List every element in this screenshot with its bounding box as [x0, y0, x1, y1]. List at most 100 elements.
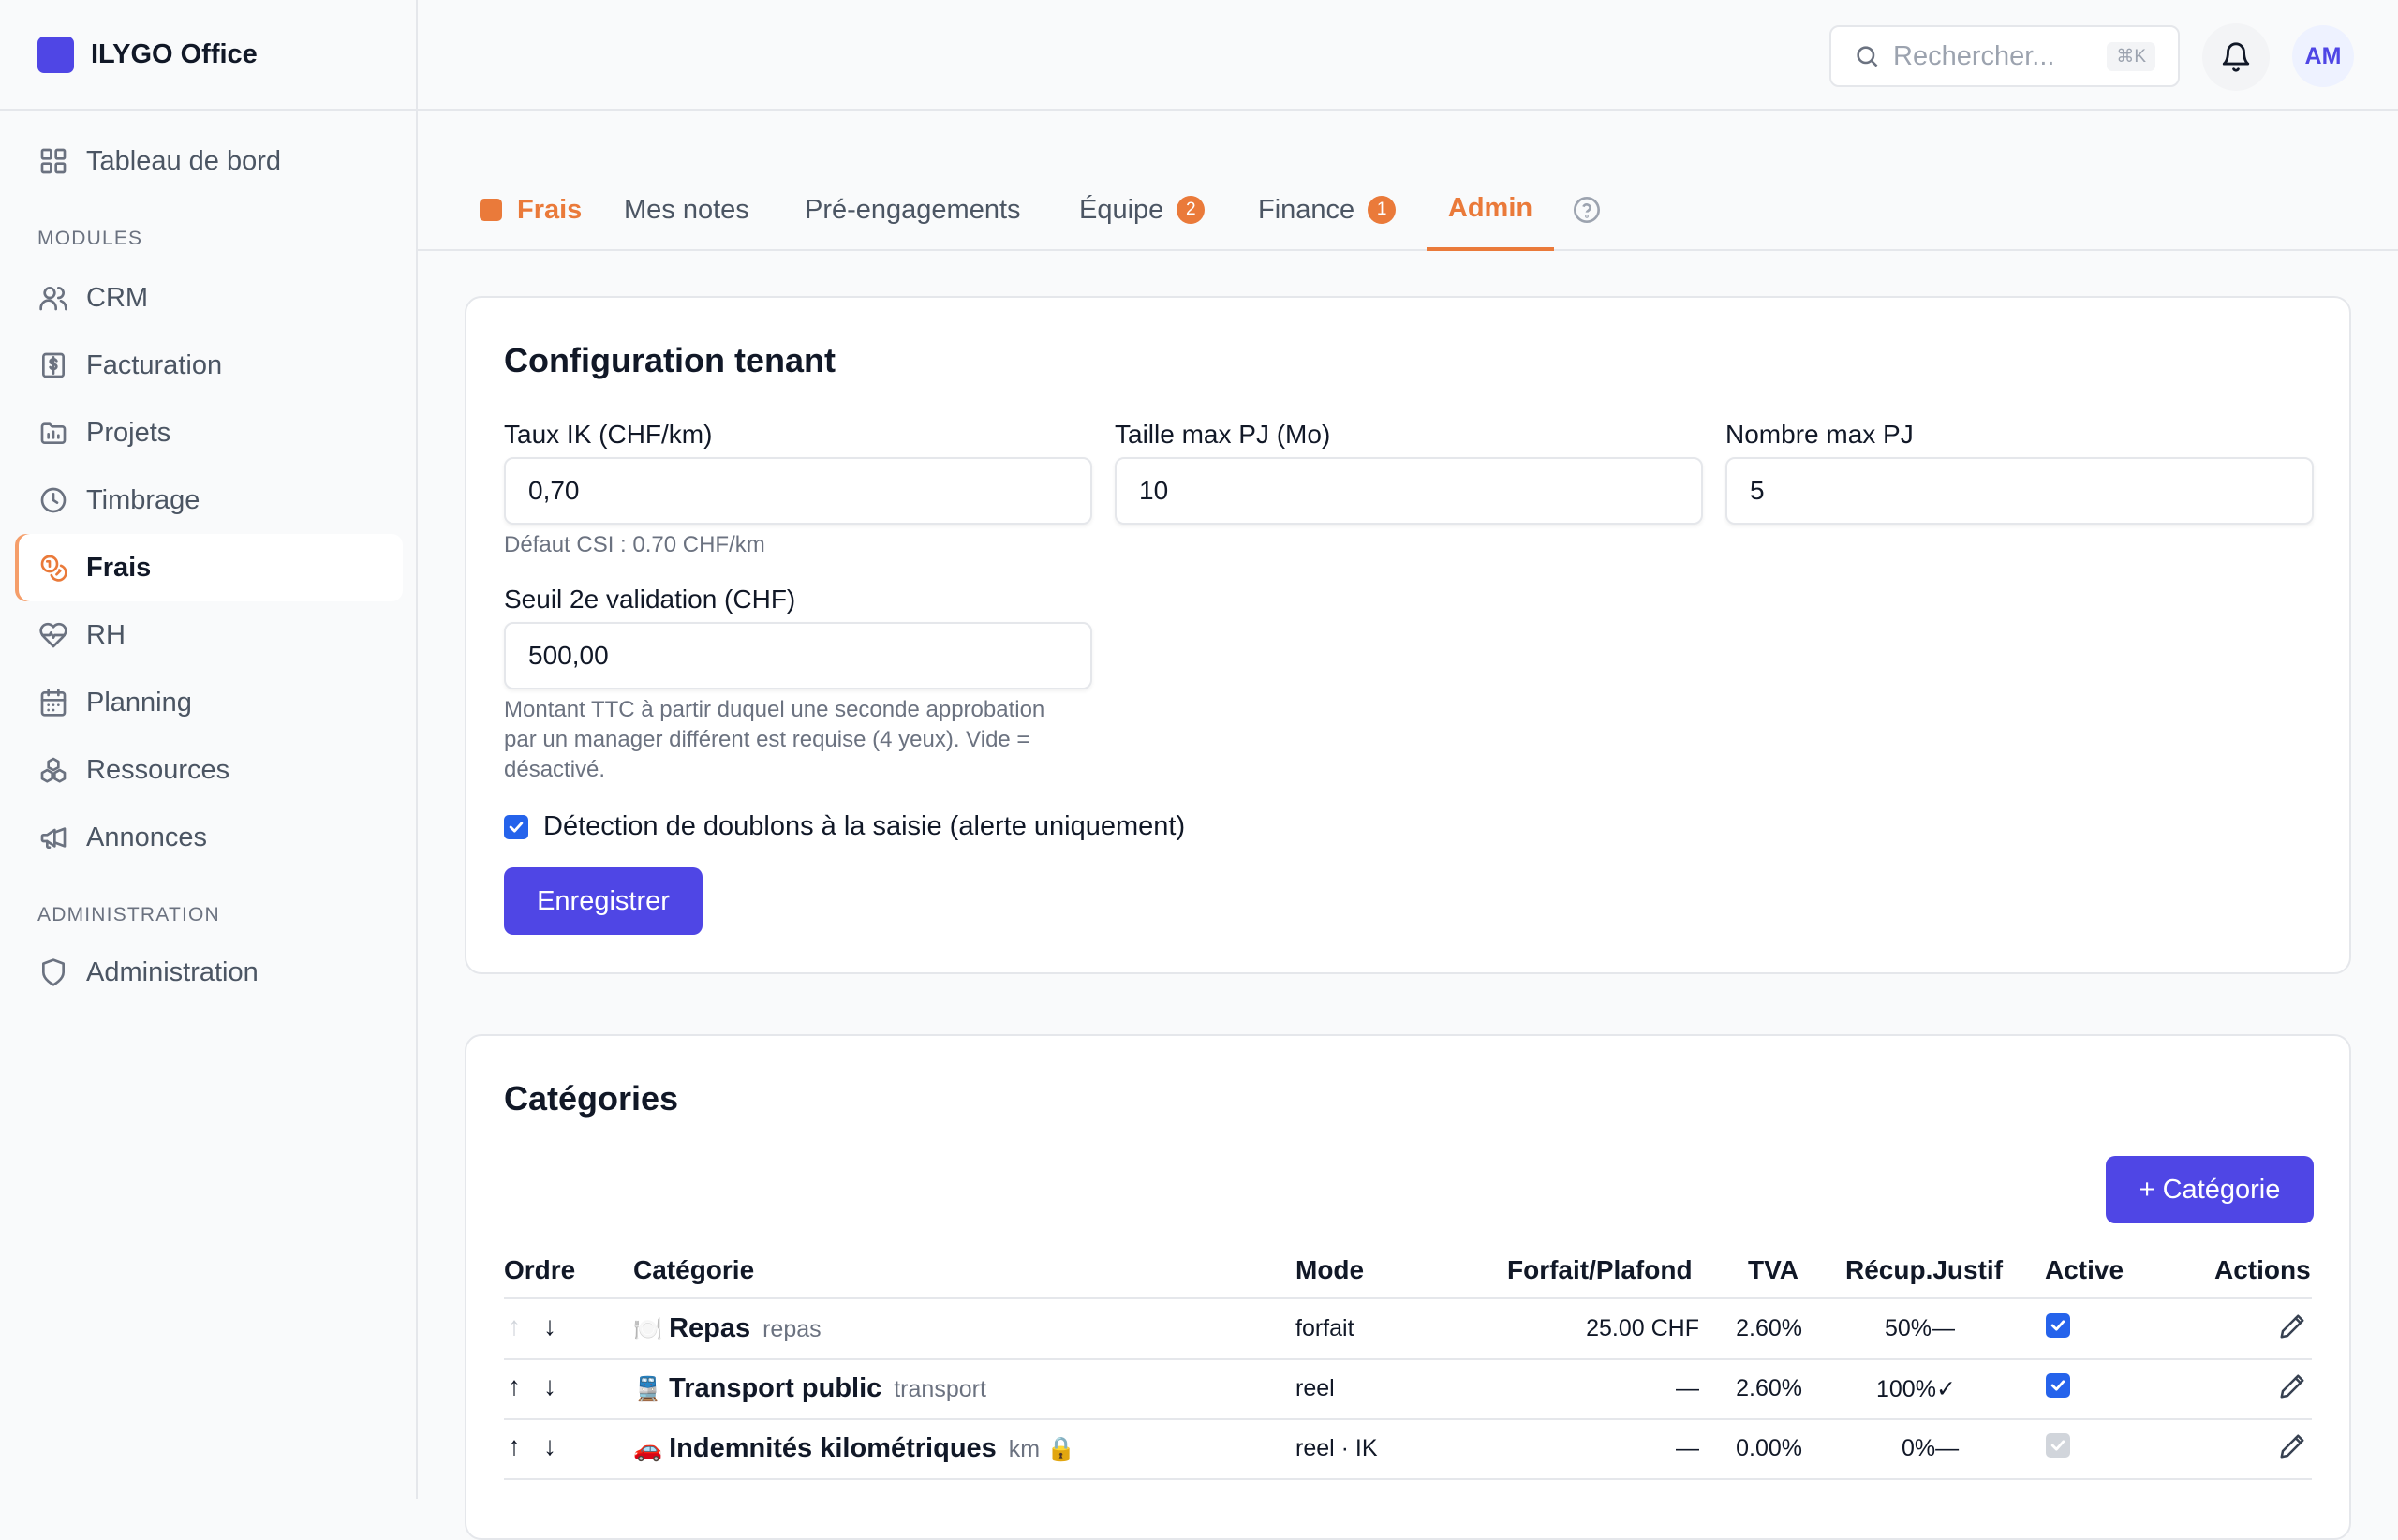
doublons-label: Détection de doublons à la saisie (alert…: [543, 811, 1186, 841]
move-down-button[interactable]: ↓: [543, 1431, 556, 1461]
category-mode: forfait: [1295, 1315, 1354, 1341]
recup-value: 50%: [1885, 1315, 1932, 1341]
move-up-button[interactable]: ↑: [508, 1371, 521, 1401]
app-name: ILYGO Office: [91, 38, 258, 69]
taille-max-input[interactable]: [1115, 457, 1703, 525]
shield-icon: [37, 956, 69, 988]
justif-value: —: [1932, 1315, 1956, 1341]
category-name: Transport public: [669, 1373, 882, 1403]
category-mode: reel · IK: [1295, 1435, 1378, 1461]
table-row-category: 🚆 Transport public transport: [633, 1373, 986, 1404]
category-forfait: 25.00 CHF: [1586, 1315, 1699, 1341]
doublons-row: Détection de doublons à la saisie (alert…: [504, 811, 1185, 842]
add-category-button[interactable]: + Catégorie: [2106, 1156, 2314, 1223]
tab-label: Pré-engagements: [805, 194, 1021, 225]
tab-frais-brand[interactable]: Frais: [480, 169, 582, 251]
edit-button[interactable]: [2278, 1432, 2306, 1465]
tab-mes-notes[interactable]: Mes notes: [624, 169, 749, 251]
boxes-icon: [37, 754, 69, 786]
move-down-button[interactable]: ↓: [543, 1311, 556, 1341]
category-name: Repas: [669, 1313, 751, 1343]
seuil-input[interactable]: [504, 622, 1092, 689]
tab-label: Mes notes: [624, 194, 749, 225]
notifications-button[interactable]: [2202, 23, 2270, 91]
active-checkbox[interactable]: [2046, 1313, 2070, 1338]
sidebar-item-frais[interactable]: Frais: [15, 534, 403, 601]
sidebar-item-projets[interactable]: Projets: [15, 399, 403, 466]
sidebar-item-label: Annonces: [86, 822, 207, 852]
col-header-recup: Récup.Justif: [1845, 1255, 2004, 1284]
category-recup: 50%—: [1885, 1315, 1955, 1342]
category-recup: 0%—: [1902, 1435, 1959, 1462]
tab-label: Équipe: [1079, 194, 1164, 225]
edit-button[interactable]: [2278, 1372, 2306, 1405]
tab-admin[interactable]: Admin: [1427, 169, 1554, 251]
move-down-button[interactable]: ↓: [543, 1371, 556, 1401]
category-code: repas: [762, 1316, 822, 1342]
taux-ik-input[interactable]: [504, 457, 1092, 525]
brand[interactable]: ILYGO Office: [0, 0, 416, 111]
sidebar-item-planning[interactable]: Planning: [15, 669, 403, 736]
config-card: Configuration tenant Taux IK (CHF/km) Dé…: [465, 296, 2351, 974]
nombre-max-label: Nombre max PJ: [1725, 420, 1914, 449]
save-button[interactable]: Enregistrer: [504, 867, 703, 935]
category-forfait: —: [1676, 1375, 1699, 1401]
sidebar-item-label: Planning: [86, 687, 192, 718]
category-tva: 2.60%: [1736, 1375, 1802, 1401]
tab-pre-engagements[interactable]: Pré-engagements: [805, 169, 1021, 251]
sidebar-item-crm[interactable]: CRM: [15, 264, 403, 332]
pencil-icon: [2280, 1374, 2304, 1399]
tab-badge: 1: [1368, 196, 1397, 224]
table-row-category: 🚗 Indemnités kilométriques km 🔒: [633, 1433, 1075, 1464]
users-icon: [37, 282, 69, 314]
taux-ik-label: Taux IK (CHF/km): [504, 420, 713, 449]
tab-equipe[interactable]: Équipe 2: [1079, 169, 1206, 251]
sidebar-item-rh[interactable]: RH: [15, 601, 403, 669]
sidebar-item-annonces[interactable]: Annonces: [15, 804, 403, 871]
edit-button[interactable]: [2278, 1312, 2306, 1345]
help-button[interactable]: [1572, 195, 1602, 225]
tab-finance[interactable]: Finance 1: [1258, 169, 1397, 251]
help-circle-icon: [1574, 197, 1600, 223]
seuil-hint-line: par un manager différent est requise (4 …: [504, 727, 1030, 752]
seuil-label: Seuil 2e validation (CHF): [504, 585, 796, 614]
doublons-checkbox[interactable]: [504, 814, 528, 839]
sidebar-item-dashboard[interactable]: Tableau de bord: [15, 127, 403, 195]
bell-icon: [2222, 42, 2250, 72]
calendar-icon: [37, 687, 69, 718]
section-label-administration: ADMINISTRATION: [37, 904, 220, 925]
search-icon: [1857, 46, 1878, 67]
tab-badge: 2: [1177, 196, 1206, 224]
frais-module-icon: [480, 199, 502, 221]
pencil-icon: [2280, 1434, 2304, 1459]
sidebar-item-label: Administration: [86, 956, 259, 987]
table-row-category: 🍽️ Repas repas: [633, 1313, 822, 1344]
move-up-button[interactable]: ↑: [508, 1311, 521, 1341]
sidebar-item-timbrage[interactable]: Timbrage: [15, 466, 403, 534]
sidebar-item-label: CRM: [86, 282, 149, 313]
sidebar-item-label: Facturation: [86, 349, 223, 380]
taux-ik-hint: Défaut CSI : 0.70 CHF/km: [504, 532, 765, 557]
nombre-max-input[interactable]: [1725, 457, 2314, 525]
sidebar-item-label: Timbrage: [86, 484, 200, 515]
sidebar-item-ressources[interactable]: Ressources: [15, 736, 403, 804]
check-icon: [2050, 1380, 2065, 1391]
seuil-hint-line: désactivé.: [504, 757, 606, 782]
sidebar-item-facturation[interactable]: Facturation: [15, 332, 403, 399]
move-up-button[interactable]: ↑: [508, 1431, 521, 1461]
category-emoji: 🍽️: [633, 1316, 663, 1342]
table-divider: [504, 1358, 2312, 1360]
sidebar-item-administration[interactable]: Administration: [15, 939, 403, 1006]
megaphone-icon: [37, 822, 69, 853]
categories-card: Catégories + Catégorie: [465, 1034, 2351, 1540]
col-header-mode: Mode: [1295, 1255, 1365, 1284]
active-checkbox[interactable]: [2046, 1373, 2070, 1398]
check-icon: [509, 821, 524, 833]
grid-icon: [37, 145, 69, 177]
col-header-actions: Actions: [2214, 1255, 2311, 1284]
avatar[interactable]: AM: [2292, 25, 2354, 87]
category-emoji: 🚗: [633, 1436, 663, 1462]
config-title: Configuration tenant: [504, 341, 836, 379]
search-input[interactable]: Rechercher... ⌘K: [1829, 25, 2180, 87]
check-icon: [2050, 1320, 2065, 1331]
